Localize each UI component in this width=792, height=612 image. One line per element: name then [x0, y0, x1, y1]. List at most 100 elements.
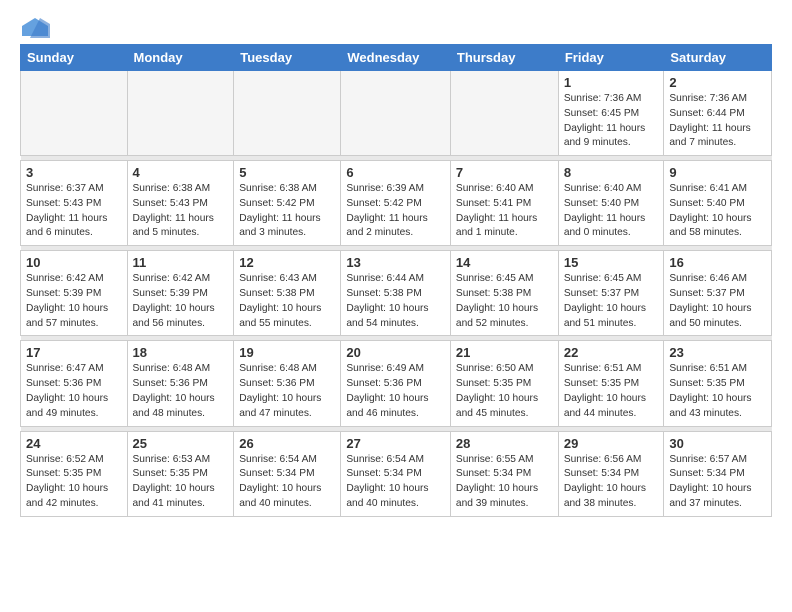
day-number: 10 — [26, 255, 122, 270]
day-cell: 5 Sunrise: 6:38 AMSunset: 5:42 PMDaylight… — [234, 161, 341, 246]
day-number: 8 — [564, 165, 659, 180]
day-info: Sunrise: 6:52 AMSunset: 5:35 PMDaylight:… — [26, 453, 122, 512]
day-info: Sunrise: 6:56 AMSunset: 5:34 PMDaylight:… — [564, 453, 659, 512]
day-number: 3 — [26, 165, 122, 180]
day-cell: 15 Sunrise: 6:45 AMSunset: 5:37 PMDayligh… — [558, 251, 664, 336]
day-info: Sunrise: 6:42 AMSunset: 5:39 PMDaylight:… — [133, 272, 229, 331]
day-info: Sunrise: 7:36 AMSunset: 6:44 PMDaylight:… — [669, 92, 766, 151]
day-cell: 14 Sunrise: 6:45 AMSunset: 5:38 PMDayligh… — [450, 251, 558, 336]
day-info: Sunrise: 6:49 AMSunset: 5:36 PMDaylight:… — [346, 362, 445, 421]
day-info: Sunrise: 6:41 AMSunset: 5:40 PMDaylight:… — [669, 182, 766, 241]
logo — [20, 16, 54, 38]
day-info: Sunrise: 6:38 AMSunset: 5:42 PMDaylight:… — [239, 182, 335, 241]
col-header-tuesday: Tuesday — [234, 45, 341, 71]
day-cell: 30 Sunrise: 6:57 AMSunset: 5:34 PMDayligh… — [664, 431, 772, 516]
col-header-friday: Friday — [558, 45, 664, 71]
day-cell: 25 Sunrise: 6:53 AMSunset: 5:35 PMDayligh… — [127, 431, 234, 516]
day-info: Sunrise: 6:54 AMSunset: 5:34 PMDaylight:… — [239, 453, 335, 512]
day-number: 19 — [239, 345, 335, 360]
day-number: 27 — [346, 436, 445, 451]
day-cell: 28 Sunrise: 6:55 AMSunset: 5:34 PMDayligh… — [450, 431, 558, 516]
day-info: Sunrise: 6:54 AMSunset: 5:34 PMDaylight:… — [346, 453, 445, 512]
day-cell: 26 Sunrise: 6:54 AMSunset: 5:34 PMDayligh… — [234, 431, 341, 516]
day-info: Sunrise: 6:44 AMSunset: 5:38 PMDaylight:… — [346, 272, 445, 331]
day-number: 4 — [133, 165, 229, 180]
day-cell: 21 Sunrise: 6:50 AMSunset: 5:35 PMDayligh… — [450, 341, 558, 426]
day-info: Sunrise: 6:57 AMSunset: 5:34 PMDaylight:… — [669, 453, 766, 512]
calendar-header-row: SundayMondayTuesdayWednesdayThursdayFrid… — [21, 45, 772, 71]
day-number: 14 — [456, 255, 553, 270]
day-number: 30 — [669, 436, 766, 451]
day-info: Sunrise: 6:51 AMSunset: 5:35 PMDaylight:… — [564, 362, 659, 421]
day-info: Sunrise: 6:45 AMSunset: 5:37 PMDaylight:… — [564, 272, 659, 331]
day-info: Sunrise: 6:48 AMSunset: 5:36 PMDaylight:… — [133, 362, 229, 421]
day-cell: 19 Sunrise: 6:48 AMSunset: 5:36 PMDayligh… — [234, 341, 341, 426]
week-row-1: 1 Sunrise: 7:36 AMSunset: 6:45 PMDaylight… — [21, 71, 772, 156]
day-cell: 13 Sunrise: 6:44 AMSunset: 5:38 PMDayligh… — [341, 251, 451, 336]
day-cell: 4 Sunrise: 6:38 AMSunset: 5:43 PMDaylight… — [127, 161, 234, 246]
day-number: 28 — [456, 436, 553, 451]
week-row-4: 17 Sunrise: 6:47 AMSunset: 5:36 PMDayligh… — [21, 341, 772, 426]
day-cell: 20 Sunrise: 6:49 AMSunset: 5:36 PMDayligh… — [341, 341, 451, 426]
day-number: 16 — [669, 255, 766, 270]
day-cell — [127, 71, 234, 156]
header — [20, 16, 772, 38]
day-number: 24 — [26, 436, 122, 451]
day-info: Sunrise: 6:51 AMSunset: 5:35 PMDaylight:… — [669, 362, 766, 421]
day-cell: 16Sunrise: 6:46 AMSunset: 5:37 PMDayligh… — [664, 251, 772, 336]
day-cell: 27 Sunrise: 6:54 AMSunset: 5:34 PMDayligh… — [341, 431, 451, 516]
week-row-5: 24 Sunrise: 6:52 AMSunset: 5:35 PMDayligh… — [21, 431, 772, 516]
day-cell: 12 Sunrise: 6:43 AMSunset: 5:38 PMDayligh… — [234, 251, 341, 336]
day-number: 12 — [239, 255, 335, 270]
day-info: Sunrise: 6:50 AMSunset: 5:35 PMDaylight:… — [456, 362, 553, 421]
day-info: Sunrise: 6:53 AMSunset: 5:35 PMDaylight:… — [133, 453, 229, 512]
day-info: Sunrise: 6:37 AMSunset: 5:43 PMDaylight:… — [26, 182, 122, 241]
calendar: SundayMondayTuesdayWednesdayThursdayFrid… — [20, 44, 772, 517]
day-cell: 7Sunrise: 6:40 AMSunset: 5:41 PMDaylight… — [450, 161, 558, 246]
day-number: 5 — [239, 165, 335, 180]
day-info: Sunrise: 6:40 AMSunset: 5:40 PMDaylight:… — [564, 182, 659, 241]
day-info: Sunrise: 7:36 AMSunset: 6:45 PMDaylight:… — [564, 92, 659, 151]
day-cell — [21, 71, 128, 156]
day-number: 13 — [346, 255, 445, 270]
day-info: Sunrise: 6:42 AMSunset: 5:39 PMDaylight:… — [26, 272, 122, 331]
day-cell: 8 Sunrise: 6:40 AMSunset: 5:40 PMDaylight… — [558, 161, 664, 246]
day-info: Sunrise: 6:45 AMSunset: 5:38 PMDaylight:… — [456, 272, 553, 331]
logo-icon — [20, 16, 50, 38]
day-number: 17 — [26, 345, 122, 360]
day-cell — [341, 71, 451, 156]
week-row-2: 3 Sunrise: 6:37 AMSunset: 5:43 PMDaylight… — [21, 161, 772, 246]
day-info: Sunrise: 6:38 AMSunset: 5:43 PMDaylight:… — [133, 182, 229, 241]
day-cell: 6 Sunrise: 6:39 AMSunset: 5:42 PMDaylight… — [341, 161, 451, 246]
col-header-saturday: Saturday — [664, 45, 772, 71]
day-info: Sunrise: 6:55 AMSunset: 5:34 PMDaylight:… — [456, 453, 553, 512]
day-number: 1 — [564, 75, 659, 90]
day-number: 21 — [456, 345, 553, 360]
day-info: Sunrise: 6:47 AMSunset: 5:36 PMDaylight:… — [26, 362, 122, 421]
day-cell: 11 Sunrise: 6:42 AMSunset: 5:39 PMDayligh… — [127, 251, 234, 336]
col-header-monday: Monday — [127, 45, 234, 71]
day-cell: 29 Sunrise: 6:56 AMSunset: 5:34 PMDayligh… — [558, 431, 664, 516]
day-number: 25 — [133, 436, 229, 451]
day-number: 29 — [564, 436, 659, 451]
day-cell: 3 Sunrise: 6:37 AMSunset: 5:43 PMDaylight… — [21, 161, 128, 246]
col-header-wednesday: Wednesday — [341, 45, 451, 71]
day-number: 18 — [133, 345, 229, 360]
day-number: 26 — [239, 436, 335, 451]
day-number: 23 — [669, 345, 766, 360]
day-number: 20 — [346, 345, 445, 360]
day-info: Sunrise: 6:48 AMSunset: 5:36 PMDaylight:… — [239, 362, 335, 421]
day-number: 22 — [564, 345, 659, 360]
day-number: 15 — [564, 255, 659, 270]
day-cell: 24 Sunrise: 6:52 AMSunset: 5:35 PMDayligh… — [21, 431, 128, 516]
day-cell: 22 Sunrise: 6:51 AMSunset: 5:35 PMDayligh… — [558, 341, 664, 426]
day-cell — [450, 71, 558, 156]
day-info: Sunrise: 6:39 AMSunset: 5:42 PMDaylight:… — [346, 182, 445, 241]
day-number: 11 — [133, 255, 229, 270]
day-number: 6 — [346, 165, 445, 180]
day-cell: 1 Sunrise: 7:36 AMSunset: 6:45 PMDaylight… — [558, 71, 664, 156]
day-cell: 2Sunrise: 7:36 AMSunset: 6:44 PMDaylight… — [664, 71, 772, 156]
day-info: Sunrise: 6:43 AMSunset: 5:38 PMDaylight:… — [239, 272, 335, 331]
col-header-sunday: Sunday — [21, 45, 128, 71]
day-cell: 18 Sunrise: 6:48 AMSunset: 5:36 PMDayligh… — [127, 341, 234, 426]
